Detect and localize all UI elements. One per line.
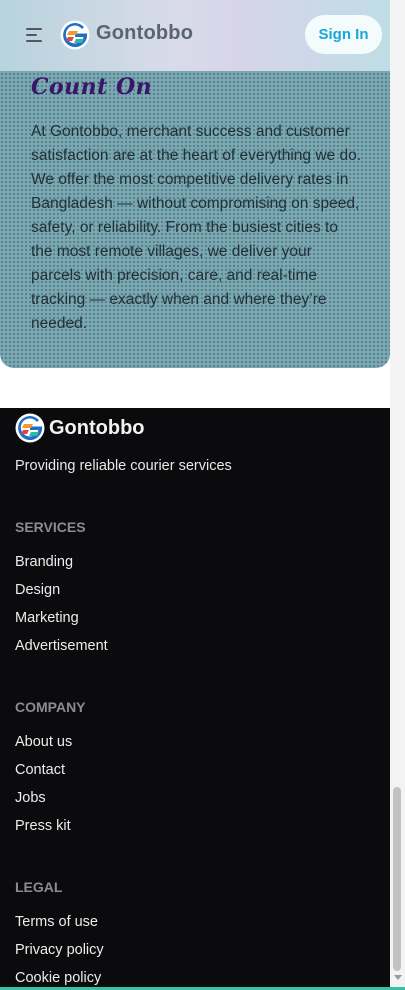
footer-brand-name[interactable]: Gontobbo	[49, 417, 145, 440]
footer-link-branding[interactable]: Branding	[15, 554, 73, 570]
footer-link-jobs[interactable]: Jobs	[15, 790, 46, 806]
footer-link-about-us[interactable]: About us	[15, 734, 72, 750]
page: Count On At Gontobbo, merchant success a…	[0, 0, 405, 990]
brand-name[interactable]: Gontobbo	[96, 22, 193, 45]
gontobbo-logo-icon[interactable]	[15, 413, 45, 443]
scrollbar-thumb[interactable]	[393, 787, 401, 971]
footer-link-contact[interactable]: Contact	[15, 762, 65, 778]
scroll-down-arrow-icon[interactable]	[394, 975, 402, 980]
section-title: Count On	[31, 74, 153, 100]
footer-tagline: Providing reliable courier services	[15, 458, 232, 474]
footer-heading-services: SERVICES	[15, 519, 86, 535]
footer-heading-legal: LEGAL	[15, 879, 63, 895]
top-header: Gontobbo Sign In	[0, 0, 390, 71]
footer-link-press-kit[interactable]: Press kit	[15, 818, 71, 834]
hamburger-menu-icon[interactable]	[26, 28, 42, 42]
section-body: At Gontobbo, merchant success and custom…	[31, 123, 361, 332]
site-footer: Gontobbo Providing reliable courier serv…	[0, 408, 390, 990]
footer-link-design[interactable]: Design	[15, 582, 60, 598]
footer-heading-company: COMPANY	[15, 699, 86, 715]
footer-link-terms[interactable]: Terms of use	[15, 914, 98, 930]
footer-link-marketing[interactable]: Marketing	[15, 610, 79, 626]
footer-link-advertisement[interactable]: Advertisement	[15, 638, 108, 654]
sign-in-button[interactable]: Sign In	[305, 15, 382, 54]
gontobbo-logo-icon[interactable]	[60, 20, 90, 50]
footer-link-cookie[interactable]: Cookie policy	[15, 970, 101, 986]
footer-link-privacy[interactable]: Privacy policy	[15, 942, 104, 958]
